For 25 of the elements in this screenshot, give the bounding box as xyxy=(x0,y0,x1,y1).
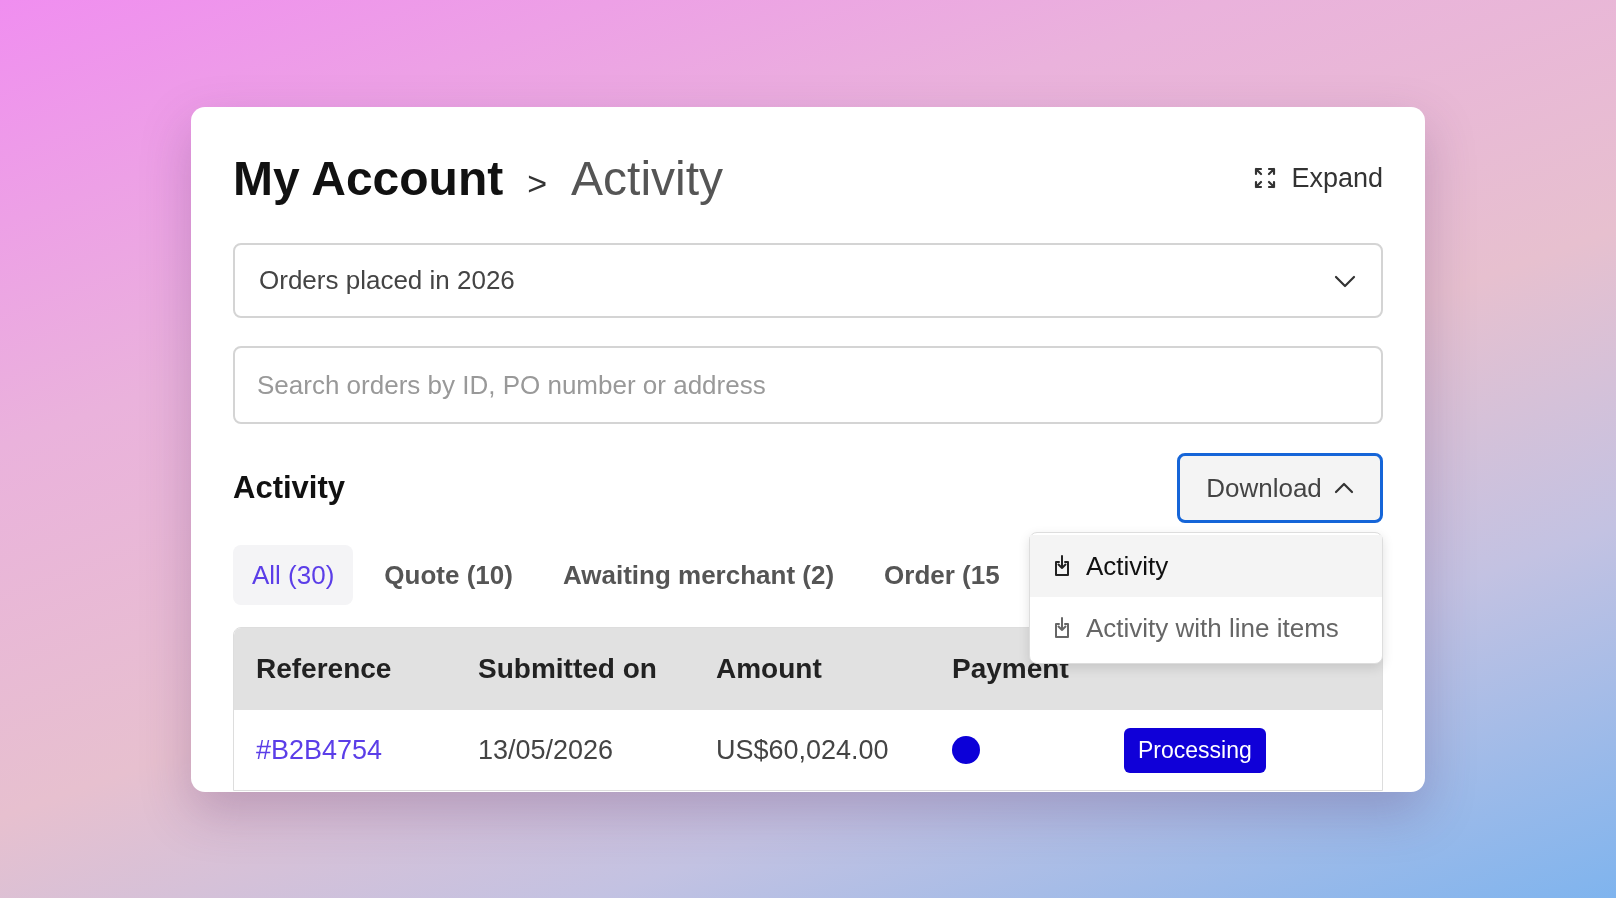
filter-tab[interactable]: Awaiting merchant (2) xyxy=(543,545,854,605)
table-cell: 13/05/2026 xyxy=(478,734,614,766)
expand-icon xyxy=(1253,166,1278,190)
period-select[interactable]: Orders placed in 2026 xyxy=(233,243,1383,318)
column-header: Amount xyxy=(715,653,823,685)
status-badge: Processing xyxy=(1124,727,1266,773)
breadcrumb-link[interactable]: My Account xyxy=(233,150,504,206)
download-icon xyxy=(1052,554,1072,578)
download-icon xyxy=(1052,616,1072,640)
filter-tab[interactable]: Order (15 xyxy=(865,545,1019,605)
reference-link[interactable]: #B2B4754 xyxy=(256,734,383,766)
table-cell: US$60,024.00 xyxy=(716,734,889,766)
section-title: Activity xyxy=(233,470,345,506)
column-header: Submitted on xyxy=(477,653,658,685)
chevron-down-icon xyxy=(1333,273,1357,288)
breadcrumb-current: Activity xyxy=(571,150,724,206)
download-button[interactable]: Download xyxy=(1177,453,1383,523)
breadcrumb-separator: > xyxy=(527,163,548,203)
expand-button[interactable]: Expand xyxy=(1253,162,1383,194)
filter-tab[interactable]: Quote (10) xyxy=(365,545,532,605)
chevron-up-icon xyxy=(1333,482,1354,494)
menu-item[interactable]: Activity xyxy=(1030,535,1382,597)
filter-tab[interactable]: All (30) xyxy=(233,545,354,605)
search-field[interactable]: Search orders by ID, PO number or address xyxy=(233,346,1383,424)
column-header: Reference xyxy=(255,653,393,685)
